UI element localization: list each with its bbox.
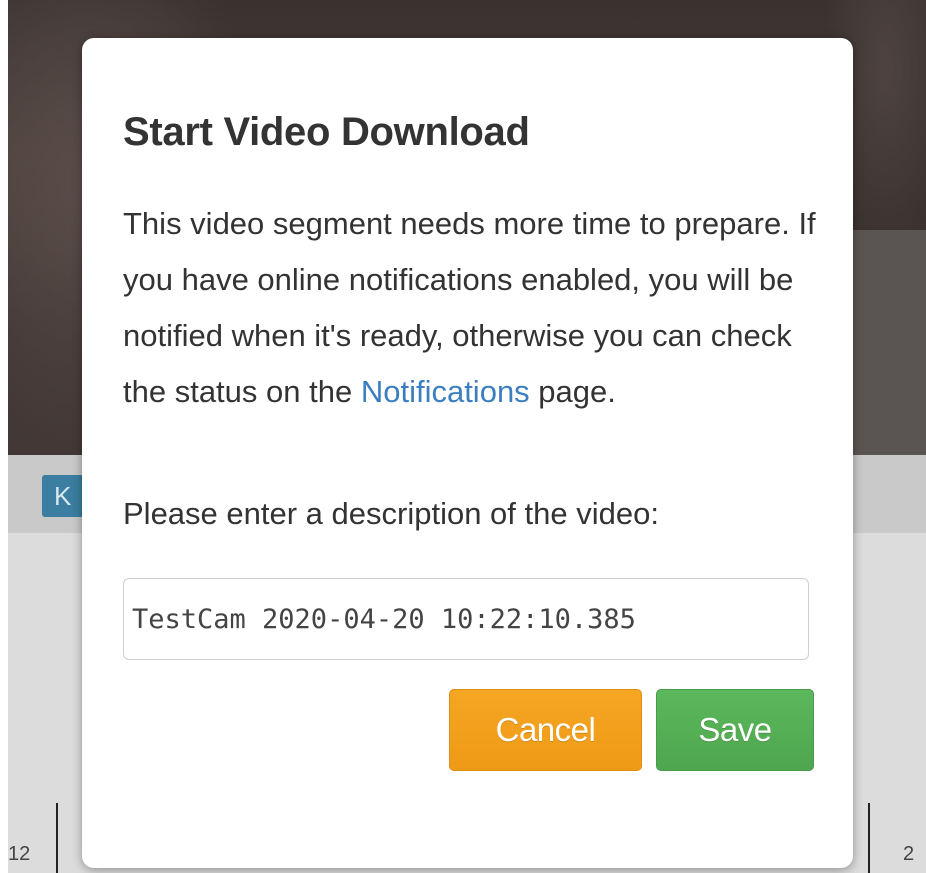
timeline-tick [56,803,58,873]
timeline-label: 12 [8,843,31,865]
dialog-message: This video segment needs more time to pr… [123,196,823,420]
app-stage: K 12 2 Start Video Download This video s… [0,0,926,873]
notifications-link[interactable]: Notifications [361,374,530,409]
timeline-label: 2 [903,843,915,865]
start-video-download-dialog: Start Video Download This video segment … [82,38,853,868]
message-text-part: page. [529,374,616,409]
save-button[interactable]: Save [656,689,814,771]
description-prompt: Please enter a description of the video: [123,496,659,531]
dialog-message-text: This video segment needs more time to pr… [123,196,823,420]
timeline-tick [868,803,870,873]
dialog-title: Start Video Download [123,110,530,154]
description-input[interactable] [123,578,809,660]
toolbar-button[interactable]: K [42,475,86,517]
cancel-button[interactable]: Cancel [449,689,642,771]
